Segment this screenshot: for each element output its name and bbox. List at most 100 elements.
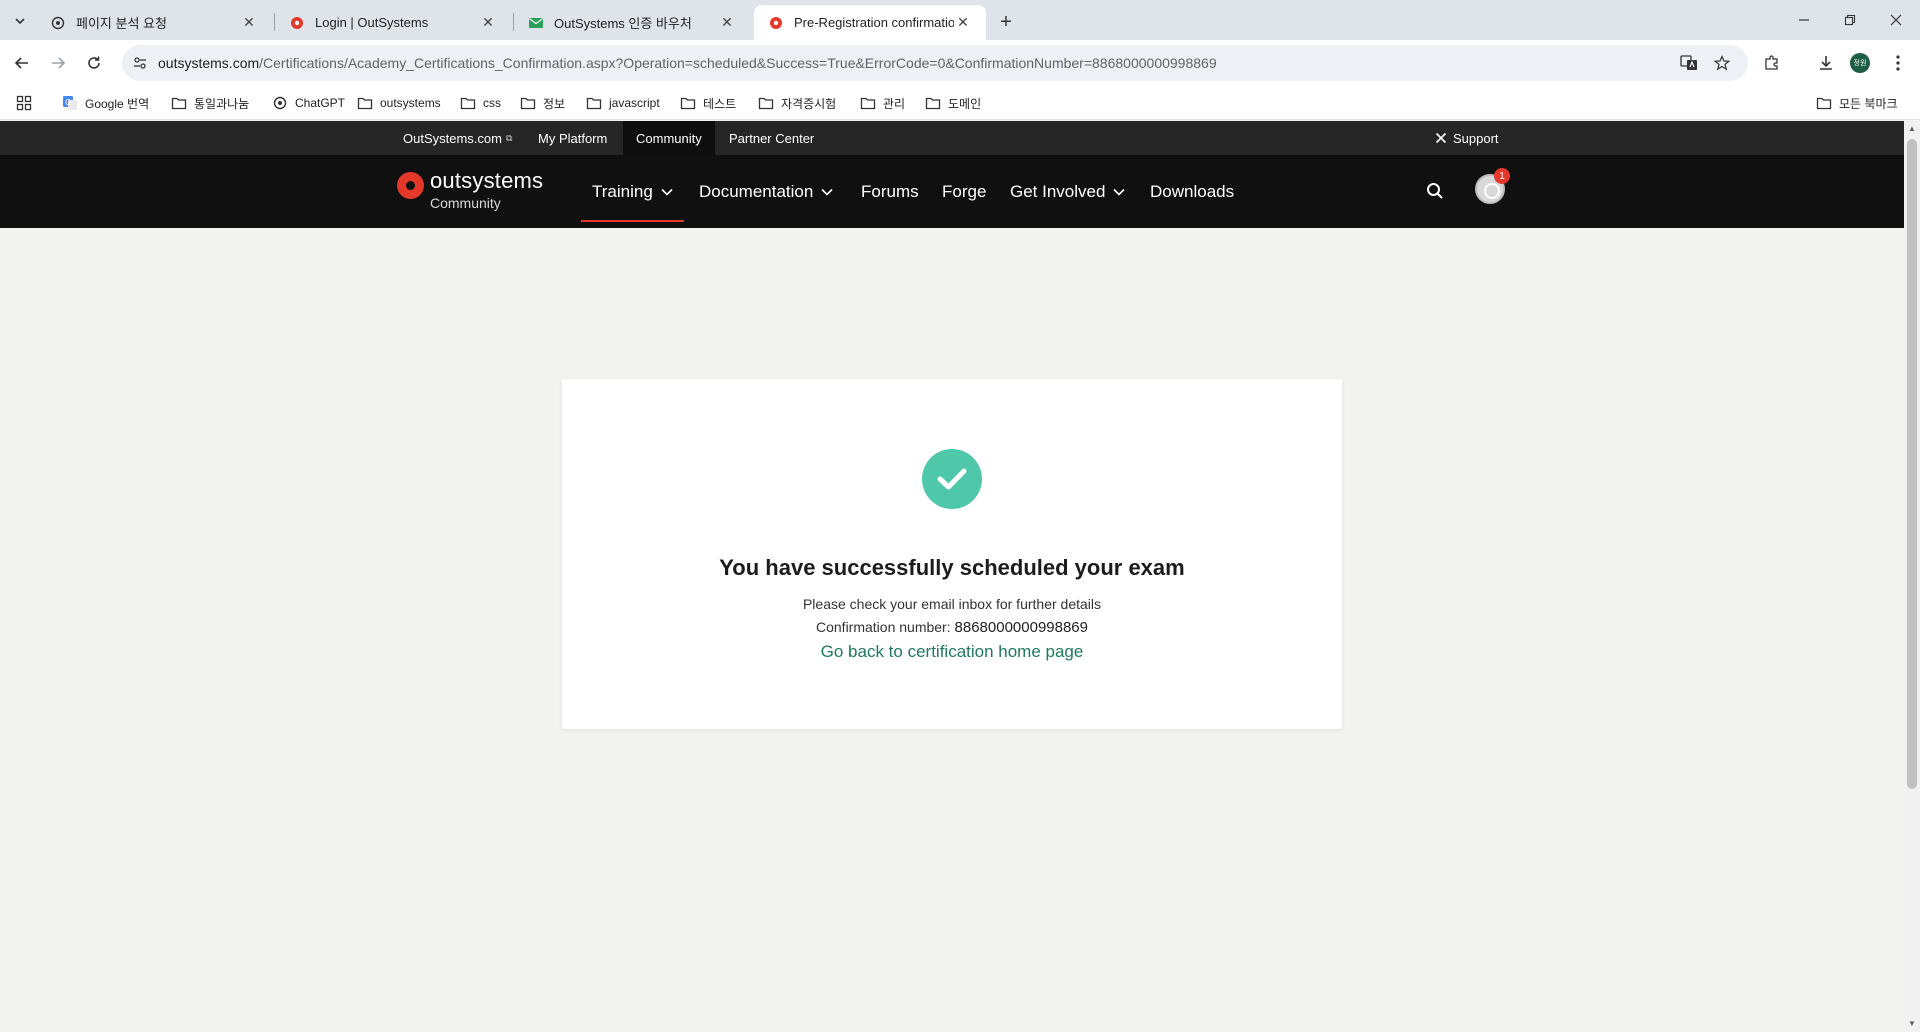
outsystems-icon <box>289 15 305 31</box>
bookmark-folder-css[interactable]: css <box>460 93 501 113</box>
new-tab-button[interactable]: + <box>992 8 1020 36</box>
omnibox[interactable]: outsystems.com/Certifications/Academy_Ce… <box>122 45 1748 81</box>
minimize-button[interactable] <box>1790 8 1818 32</box>
external-link-icon: ⧉ <box>505 132 513 143</box>
bookmark-folder-test[interactable]: 테스트 <box>680 93 736 113</box>
url-text[interactable]: outsystems.com/Certifications/Academy_Ce… <box>158 55 1217 71</box>
tab-voucher-mail[interactable]: OutSystems 인증 바우처 ✕ <box>514 5 750 40</box>
tab-pre-registration[interactable]: Pre-Registration confirmation ✕ <box>754 5 986 40</box>
close-icon <box>1890 14 1902 26</box>
link-label: My Platform <box>538 130 608 146</box>
link-label: Partner Center <box>729 130 815 146</box>
folder-icon <box>680 95 696 111</box>
minimize-icon <box>1799 19 1809 21</box>
chevron-down-icon <box>1113 188 1126 196</box>
bookmark-label: 자격증시험 <box>781 96 837 111</box>
profile-button[interactable]: 정원 <box>1846 49 1874 77</box>
avatar: 정원 <box>1850 53 1870 73</box>
bookmark-folder-cert-exam[interactable]: 자격증시험 <box>758 93 836 113</box>
site-main-nav: outsystems Community Training Documentat… <box>0 155 1904 228</box>
window-close-button[interactable] <box>1882 8 1910 32</box>
close-icon[interactable]: ✕ <box>240 14 258 32</box>
bookmark-folder-tongil[interactable]: 통일과나눔 <box>171 93 249 113</box>
apps-button[interactable] <box>16 93 32 113</box>
site-search-button[interactable] <box>1424 180 1446 202</box>
chevron-down-icon <box>821 188 833 196</box>
tab-chatgpt[interactable]: 페이지 분석 요청 ✕ <box>36 5 272 40</box>
nav-get-involved[interactable]: Get Involved <box>1010 155 1126 228</box>
bookmark-label: css <box>483 96 501 110</box>
link-label: Community <box>636 130 702 146</box>
link-community[interactable]: Community <box>623 121 715 155</box>
more-vertical-icon <box>1896 55 1900 71</box>
url-path: /Certifications/Academy_Certifications_C… <box>259 55 1217 71</box>
outsystems-logo-icon <box>397 172 424 199</box>
notification-badge: 1 <box>1494 168 1510 184</box>
close-icon[interactable]: ✕ <box>954 14 972 32</box>
folder-icon <box>1816 95 1832 111</box>
tools-icon <box>1435 132 1447 144</box>
apps-grid-icon <box>16 95 32 111</box>
site-info-button[interactable] <box>128 51 152 75</box>
bookmark-folder-info[interactable]: 정보 <box>520 93 565 113</box>
bookmark-chatgpt[interactable]: ChatGPT <box>272 93 345 113</box>
reload-button[interactable] <box>80 49 108 77</box>
folder-icon <box>586 95 602 111</box>
bookmark-label: Google 번역 <box>85 96 150 111</box>
bookmark-star-button[interactable] <box>1710 51 1734 75</box>
web-page: OutSystems.com ⧉ My Platform Community Pa… <box>0 121 1904 1032</box>
link-outsystems-com[interactable]: OutSystems.com ⧉ <box>393 121 522 155</box>
bookmark-folder-outsystems[interactable]: outsystems <box>357 93 441 113</box>
nav-label: Training <box>592 181 653 201</box>
star-icon <box>1714 55 1730 71</box>
translate-button[interactable] <box>1677 51 1701 75</box>
svg-text:G: G <box>65 98 71 107</box>
forward-button[interactable] <box>44 49 72 77</box>
link-partner-center[interactable]: Partner Center <box>719 121 824 155</box>
back-button[interactable] <box>8 49 36 77</box>
back-to-certification-link[interactable]: Go back to certification home page <box>562 642 1342 662</box>
nav-documentation[interactable]: Documentation <box>699 155 833 228</box>
chatgpt-icon <box>272 95 288 111</box>
arrow-left-icon <box>14 57 28 69</box>
arrow-right-icon <box>52 57 66 69</box>
bookmark-label: 관리 <box>883 96 906 111</box>
bookmark-label: 도메인 <box>948 96 982 111</box>
close-icon[interactable]: ✕ <box>718 14 736 32</box>
scroll-up-arrow-icon[interactable]: ▲ <box>1908 125 1916 133</box>
downloads-button[interactable] <box>1812 49 1840 77</box>
folder-icon <box>925 95 941 111</box>
email-note: Please check your email inbox for furthe… <box>802 596 1102 612</box>
tune-icon <box>134 57 146 69</box>
link-my-platform[interactable]: My Platform <box>528 121 617 155</box>
tab-login-outsystems[interactable]: Login | OutSystems ✕ <box>275 5 511 40</box>
close-icon[interactable]: ✕ <box>479 14 497 32</box>
extensions-button[interactable] <box>1758 49 1786 77</box>
bookmark-label: 테스트 <box>703 96 737 111</box>
scrollbar-thumb[interactable] <box>1907 139 1917 789</box>
nav-label: Get Involved <box>1010 181 1106 201</box>
outsystems-icon <box>768 15 784 31</box>
restore-button[interactable] <box>1836 8 1864 32</box>
bookmark-google-translate[interactable]: G Google 번역 <box>62 93 149 113</box>
nav-training[interactable]: Training <box>581 155 684 228</box>
nav-downloads[interactable]: Downloads <box>1150 155 1234 228</box>
browser-menu-button[interactable] <box>1884 49 1912 77</box>
all-bookmarks-button[interactable]: 모든 북마크 <box>1816 93 1898 113</box>
mail-icon <box>528 15 544 31</box>
bookmark-label: outsystems <box>380 96 441 110</box>
bookmark-folder-domain[interactable]: 도메인 <box>925 93 981 113</box>
nav-label: Downloads <box>1150 181 1235 201</box>
folder-icon <box>860 95 876 111</box>
bookmark-folder-javascript[interactable]: javascript <box>586 93 660 113</box>
bookmark-folder-manage[interactable]: 관리 <box>860 93 905 113</box>
tab-search-button[interactable] <box>8 9 32 33</box>
tab-title: 페이지 분석 요청 <box>76 16 167 31</box>
success-check-icon <box>922 449 982 509</box>
scroll-down-arrow-icon[interactable]: ▼ <box>1908 1020 1916 1028</box>
nav-forge[interactable]: Forge <box>942 155 986 228</box>
link-support[interactable]: Support <box>1425 121 1509 155</box>
page-scrollbar[interactable]: ▲ ▼ <box>1904 121 1920 1032</box>
nav-forums[interactable]: Forums <box>861 155 919 228</box>
bookmark-label: javascript <box>609 96 660 110</box>
